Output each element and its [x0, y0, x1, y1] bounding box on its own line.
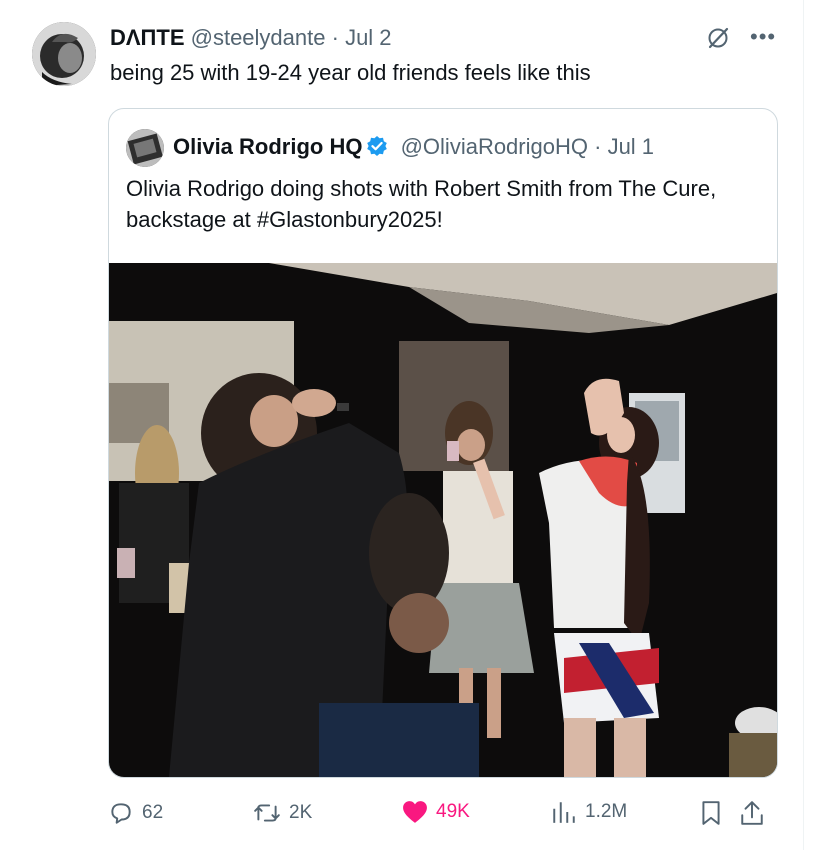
share-button[interactable]	[740, 800, 772, 826]
quoted-tweet-header: Olivia Rodrigo HQ @OliviaRodrigoHQ · Jul…	[173, 133, 654, 161]
action-bar: 62 2K 49K 1.2M	[0, 794, 803, 834]
tweet-card: DΛПTE @steelydante · Jul 2 ••• being 25 …	[0, 0, 804, 850]
author-name[interactable]: DΛПTE	[110, 25, 185, 50]
views-button[interactable]: 1.2M	[551, 800, 627, 824]
like-count: 49K	[436, 801, 470, 822]
views-count: 1.2M	[585, 801, 628, 822]
quoted-author-name[interactable]: Olivia Rodrigo HQ	[173, 134, 362, 159]
author-handle[interactable]: @steelydante	[191, 25, 326, 50]
reply-count: 62	[142, 802, 164, 823]
quoted-author-avatar[interactable]	[126, 129, 164, 167]
repost-count: 2K	[289, 802, 313, 823]
quoted-tweet-text: Olivia Rodrigo doing shots with Robert S…	[126, 176, 717, 232]
verified-badge-icon	[366, 135, 388, 157]
quoted-tweet-date[interactable]: Jul 1	[608, 134, 654, 159]
quoted-tweet-photo[interactable]	[109, 263, 777, 777]
quoted-tweet[interactable]: Olivia Rodrigo HQ @OliviaRodrigoHQ · Jul…	[108, 108, 778, 778]
author-avatar[interactable]	[32, 22, 96, 86]
separator-dot: ·	[331, 25, 339, 50]
bookmark-button[interactable]	[700, 800, 730, 826]
bookmark-icon	[702, 801, 720, 825]
grok-icon[interactable]	[706, 26, 730, 50]
quoted-separator-dot: ·	[594, 134, 602, 159]
like-icon	[403, 801, 427, 823]
reply-icon	[111, 803, 131, 824]
more-icon[interactable]: •••	[750, 24, 776, 50]
like-button[interactable]: 49K	[402, 800, 470, 824]
tweet-text: being 25 with 19-24 year old friends fee…	[110, 60, 591, 85]
repost-icon	[254, 804, 280, 822]
tweet-date[interactable]: Jul 2	[345, 25, 391, 50]
quoted-author-handle[interactable]: @OliviaRodrigoHQ	[401, 134, 588, 159]
views-icon	[553, 802, 575, 823]
tweet-header: DΛПTE @steelydante · Jul 2	[110, 24, 392, 52]
share-icon	[741, 801, 763, 825]
repost-button[interactable]: 2K	[253, 800, 312, 826]
reply-button[interactable]: 62	[108, 800, 163, 826]
